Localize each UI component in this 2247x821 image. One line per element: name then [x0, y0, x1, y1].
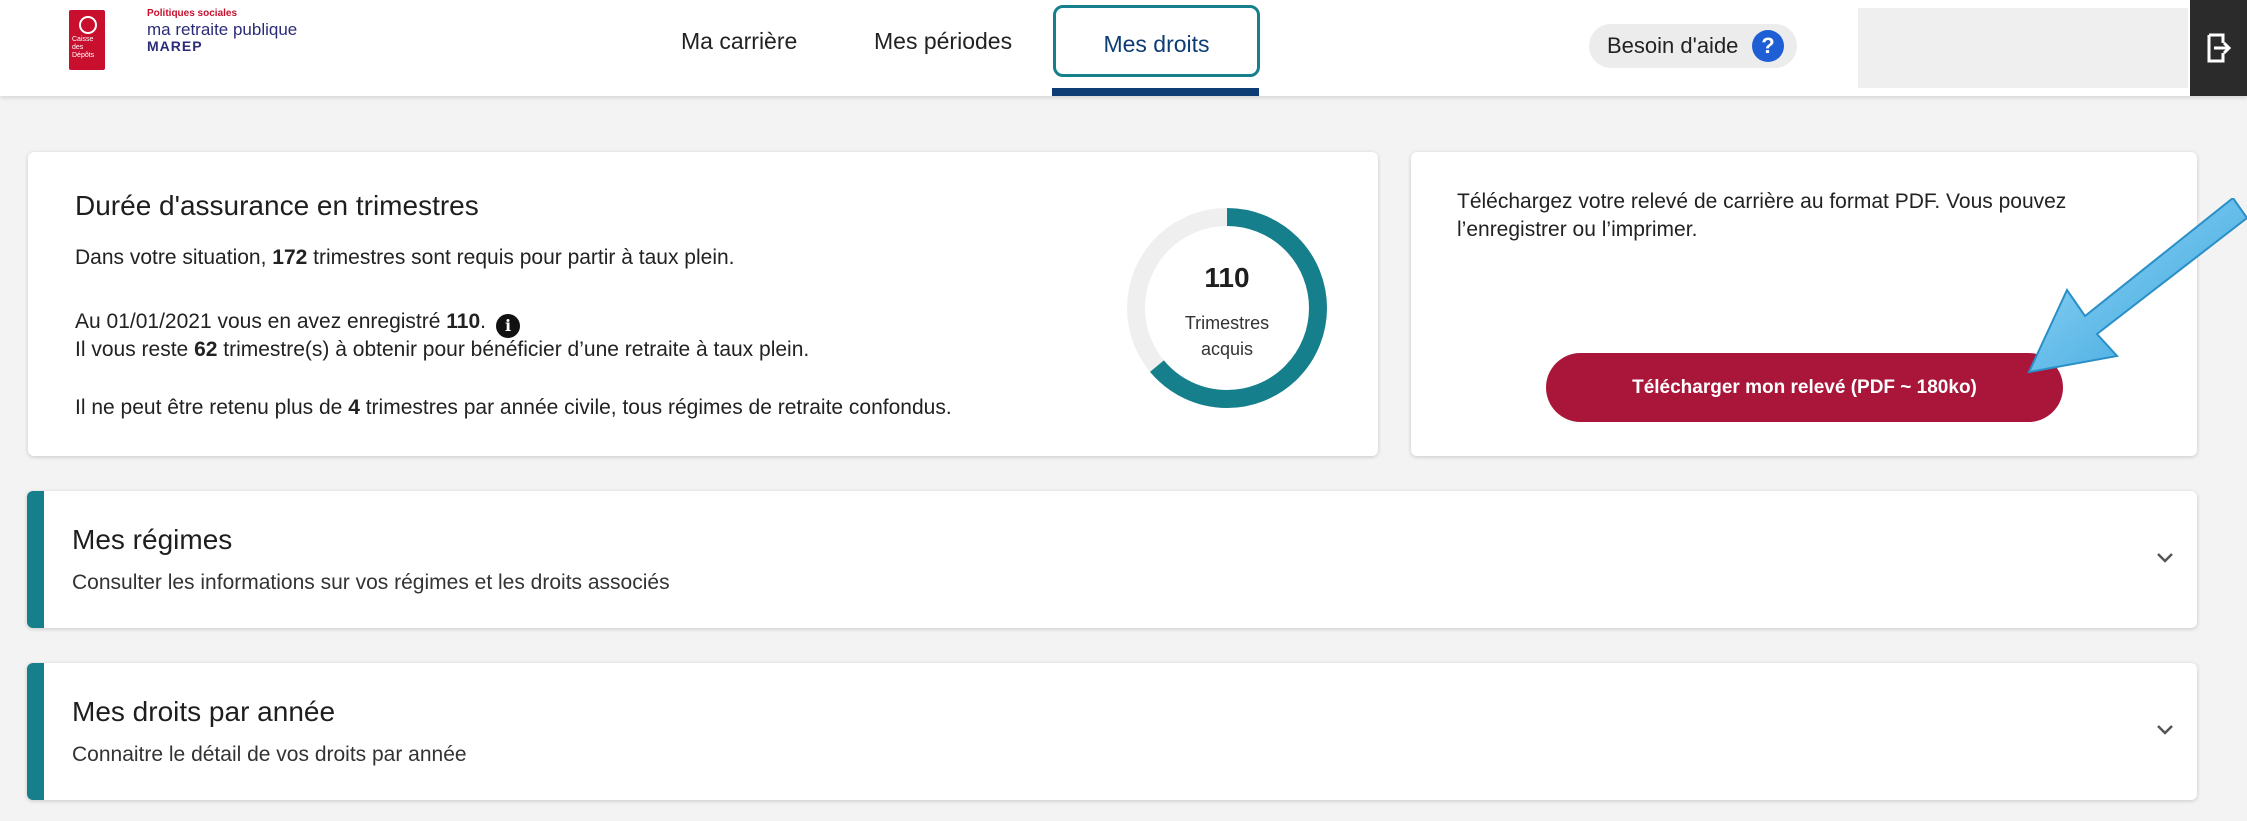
gauge-label: Trimestres acquis — [1184, 313, 1270, 359]
chevron-down-icon[interactable] — [2155, 723, 2175, 737]
quarters-progress-gauge — [1127, 208, 1327, 408]
brand-kicker: Politiques sociales — [147, 8, 238, 19]
accordion-subtitle: Consulter les informations sur vos régim… — [72, 571, 670, 594]
max-quarters-text: Il ne peut être retenu plus de 4 trimest… — [75, 396, 952, 419]
accordion-mes-droits-par-annee[interactable]: Mes droits par année Connaitre le détail… — [27, 663, 2197, 800]
download-statement-button[interactable]: Télécharger mon relevé (PDF ~ 180ko) — [1546, 353, 2063, 422]
logout-button[interactable] — [2190, 0, 2247, 96]
user-account-area[interactable] — [1858, 8, 2188, 88]
annotation-arrow-icon — [2027, 198, 2247, 374]
insurance-card-title: Durée d'assurance en trimestres — [75, 190, 479, 221]
required-quarters-text: Dans votre situation, 172 trimestres son… — [75, 246, 735, 269]
download-card-text-line2: l’enregistrer ou l’imprimer. — [1457, 218, 1698, 241]
brand-name: ma retraite publique — [147, 20, 298, 39]
nav-mes-periodes[interactable]: Mes périodes — [874, 28, 1012, 55]
active-tab-indicator — [1052, 88, 1259, 96]
accordion-accent-bar — [27, 663, 44, 800]
top-header: Caisse des Dépôts Politiques sociales ma… — [0, 0, 2247, 96]
accordion-subtitle: Connaitre le détail de vos droits par an… — [72, 743, 467, 766]
chevron-down-icon[interactable] — [2155, 551, 2175, 565]
help-label: Besoin d'aide — [1607, 33, 1739, 58]
caisse-des-depots-logo[interactable]: Caisse des Dépôts — [69, 10, 105, 70]
question-circle-icon: ? — [1752, 30, 1784, 62]
brand-product: MAREP — [147, 38, 203, 54]
logout-icon — [2207, 33, 2232, 63]
logo-badge-text: Caisse des Dépôts — [72, 36, 95, 59]
nav-mes-droits[interactable]: Mes droits — [1053, 5, 1260, 77]
accordion-mes-regimes[interactable]: Mes régimes Consulter les informations s… — [27, 491, 2197, 628]
gauge-value: 110 — [1204, 262, 1250, 293]
info-icon[interactable]: i — [496, 314, 520, 338]
accordion-title: Mes droits par année — [72, 696, 336, 727]
nav-ma-carriere[interactable]: Ma carrière — [681, 28, 797, 55]
seal-icon — [79, 16, 97, 34]
remaining-quarters-text: Il vous reste 62 trimestre(s) à obtenir … — [75, 338, 810, 361]
recorded-quarters-text: Au 01/01/2021 vous en avez enregistré 11… — [75, 310, 520, 338]
help-button[interactable]: Besoin d'aide ? — [1589, 24, 1797, 68]
nav-mes-droits-label: Mes droits — [1103, 31, 1210, 57]
brand-block[interactable]: Politiques sociales ma retraite publique… — [147, 8, 297, 53]
accordion-title: Mes régimes — [72, 524, 233, 555]
download-card-text-line1: Téléchargez votre relevé de carrière au … — [1457, 190, 2067, 213]
accordion-accent-bar — [27, 491, 44, 628]
